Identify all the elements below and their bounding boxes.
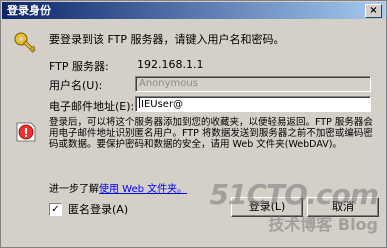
window-title: 登录身份 — [7, 4, 51, 17]
anonymous-checkbox[interactable]: ✓ — [49, 202, 62, 216]
server-label: FTP 服务器: — [49, 60, 109, 73]
close-icon: × — [369, 5, 378, 16]
web-folder-link[interactable]: 使用 Web 文件夹。 — [99, 184, 187, 195]
close-button[interactable]: × — [365, 4, 382, 18]
title-bar[interactable]: 登录身份 × — [2, 2, 385, 19]
intro-text: 要登录到该 FTP 服务器，请键入用户名和密码。 — [49, 33, 285, 46]
watermark-line2: 技术博客 Blog — [268, 215, 378, 234]
learn-more: 进一步了解使用 Web 文件夹。 — [49, 180, 187, 195]
key-icon — [14, 32, 36, 53]
username-field[interactable]: Anonymous — [135, 76, 371, 92]
email-value: IEUser@ — [141, 99, 184, 110]
info-text: 登录后，可以将这个服务器添加到您的收藏夹，以便轻易返回。FTP 服务器会用电子邮… — [49, 117, 373, 150]
check-icon: ✓ — [51, 203, 60, 215]
learn-more-prefix: 进一步了解 — [49, 184, 99, 195]
username-label: 用户名(U): — [49, 79, 103, 92]
watermark: 51CTO.com 技术博客 Blog — [209, 178, 379, 235]
login-dialog: 登录身份 × 要登录到该 FTP 服务器，请键入用户名和密码。 FTP 服务器:… — [0, 0, 387, 248]
email-field[interactable]: IEUser@ — [135, 96, 371, 112]
anonymous-login-option[interactable]: ✓ 匿名登录(A) — [49, 201, 128, 217]
watermark-line1: 51CTO.com — [209, 178, 379, 211]
anonymous-checkbox-label: 匿名登录(A) — [68, 203, 129, 216]
text-cursor — [139, 97, 140, 108]
server-value: 192.168.1.1 — [137, 58, 204, 71]
info-icon — [16, 122, 36, 142]
email-label: 电子邮件地址(E): — [49, 100, 135, 113]
